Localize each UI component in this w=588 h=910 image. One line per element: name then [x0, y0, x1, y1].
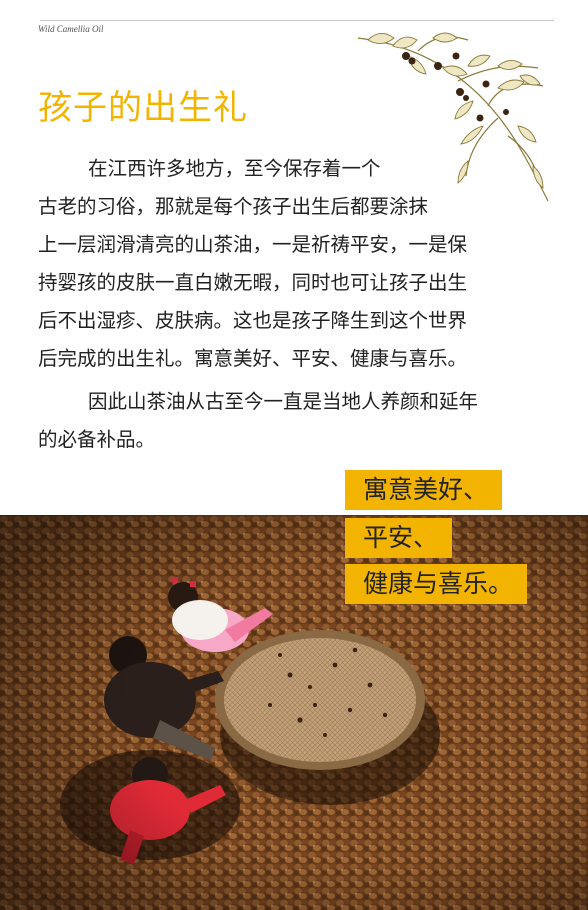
- paragraph-line: 后不出湿疹、皮肤病。这也是孩子降生到这个世界: [38, 309, 468, 332]
- brand-label: Wild Camellia Oil: [38, 24, 104, 34]
- paragraph-intro: 在江西许多地方，至今保存着一个 古老的习俗，那就是每个孩子出生后都要涂抹 上一层…: [38, 150, 558, 378]
- paragraph-line: 因此山茶油从古至今一直是当地人养颜和延年: [88, 390, 479, 413]
- article-title: 孩子的出生礼: [38, 88, 248, 128]
- header-rule: [40, 20, 554, 21]
- callout-wish-beauty: 寓意美好、: [345, 470, 503, 510]
- callout-wish-peace: 平安、: [345, 518, 453, 558]
- paragraph-line: 持婴孩的皮肤一直白嫩无暇，同时也可让孩子出生: [38, 271, 468, 294]
- paragraph-conclusion: 因此山茶油从古至今一直是当地人养颜和延年 的必备补品。: [38, 383, 558, 459]
- paragraph-line: 后完成的出生礼。寓意美好、平安、健康与喜乐。: [38, 347, 468, 370]
- callout-wish-health-joy: 健康与喜乐。: [345, 564, 528, 604]
- paragraph-line: 的必备补品。: [38, 428, 156, 451]
- paragraph-line: 在江西许多地方，至今保存着一个: [88, 157, 381, 180]
- paragraph-line: 古老的习俗，那就是每个孩子出生后都要涂抹: [38, 195, 429, 218]
- paragraph-line: 上一层润滑清亮的山茶油，一是祈祷平安，一是保: [38, 233, 468, 256]
